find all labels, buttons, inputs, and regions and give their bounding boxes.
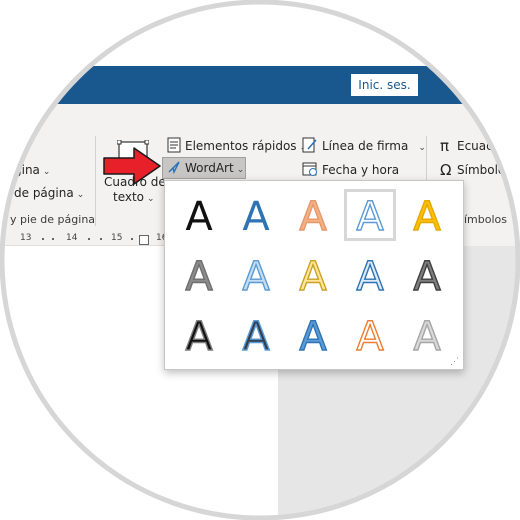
symbol-button[interactable]: Símbolo: [457, 163, 505, 177]
wordart-style-11[interactable]: A: [173, 309, 225, 361]
equation-icon: π: [440, 137, 450, 155]
wordart-style-14[interactable]: A: [344, 309, 396, 361]
title-bar: [0, 66, 520, 104]
wordart-style-5[interactable]: A: [401, 189, 453, 241]
wordart-glyph: A: [356, 314, 384, 360]
indent-marker[interactable]: [139, 235, 149, 245]
wordart-gallery: ⋰ AAAAAAAAAAAAAAA: [164, 180, 464, 370]
omega-icon: Ω: [440, 161, 452, 179]
wordart-glyph: A: [185, 254, 213, 300]
wordart-glyph: A: [185, 194, 213, 240]
wordart-style-13[interactable]: A: [287, 309, 339, 361]
wordart-glyph: A: [356, 194, 384, 240]
ruler-number: 15: [111, 233, 123, 243]
date-time-button[interactable]: Fecha y hora: [322, 163, 399, 177]
wordart-style-15[interactable]: A: [401, 309, 453, 361]
wordart-style-10[interactable]: A: [401, 249, 453, 301]
page-number-item[interactable]: gina ⌄: [14, 163, 50, 177]
signature-line-icon: [302, 137, 318, 153]
wordart-glyph: A: [356, 254, 384, 300]
word-insert-ribbon-view: Inic. ses. gina ⌄ de página ⌄ y pie de pág…: [0, 0, 520, 520]
wordart-style-4[interactable]: A: [344, 189, 396, 241]
textbox-label-2[interactable]: texto ⌄: [113, 190, 155, 204]
ribbon-right-strip: [464, 232, 520, 246]
wordart-style-6[interactable]: A: [173, 249, 225, 301]
wordart-style-3[interactable]: A: [287, 189, 339, 241]
ruler-tick: [100, 238, 102, 240]
ruler-tick: [131, 238, 133, 240]
ruler-number: 14: [66, 233, 78, 243]
signature-line-button[interactable]: Línea de firma ⌄: [322, 139, 426, 153]
bottom-of-page-item[interactable]: de página ⌄: [14, 186, 84, 200]
wordart-label[interactable]: WordArt ⌄: [185, 161, 244, 175]
symbols-group-label: ímbolos: [464, 213, 508, 226]
wordart-glyph: A: [242, 194, 270, 240]
equation-button[interactable]: Ecuac: [457, 139, 493, 153]
wordart-glyph: A: [413, 254, 441, 300]
wordart-glyph: A: [299, 314, 327, 360]
ruler-number: 13: [20, 233, 32, 243]
wordart-glyph: A: [185, 314, 213, 360]
quick-parts-icon: [167, 137, 181, 153]
wordart-glyph: A: [299, 254, 327, 300]
wordart-style-7[interactable]: A: [230, 249, 282, 301]
ruler-tick: [42, 238, 44, 240]
wordart-glyph: A: [242, 254, 270, 300]
wordart-glyph: A: [242, 314, 270, 360]
calendar-icon: [302, 161, 318, 177]
wordart-icon: [167, 160, 181, 175]
ruler-tick: [88, 238, 90, 240]
wordart-style-2[interactable]: A: [230, 189, 282, 241]
wordart-glyph: A: [413, 194, 441, 240]
wordart-style-1[interactable]: A: [173, 189, 225, 241]
wordart-style-12[interactable]: A: [230, 309, 282, 361]
wordart-style-9[interactable]: A: [344, 249, 396, 301]
quick-parts-button[interactable]: Elementos rápidos⌄: [185, 139, 307, 153]
wordart-glyph: A: [413, 314, 441, 360]
header-footer-group-label: y pie de página: [10, 213, 96, 226]
wordart-glyph: A: [299, 194, 327, 240]
ruler-tick: [52, 238, 54, 240]
red-pointer-arrow: [102, 146, 162, 186]
wordart-style-8[interactable]: A: [287, 249, 339, 301]
ribbon-separator: [95, 136, 96, 226]
sign-in-button[interactable]: Inic. ses.: [351, 74, 418, 96]
